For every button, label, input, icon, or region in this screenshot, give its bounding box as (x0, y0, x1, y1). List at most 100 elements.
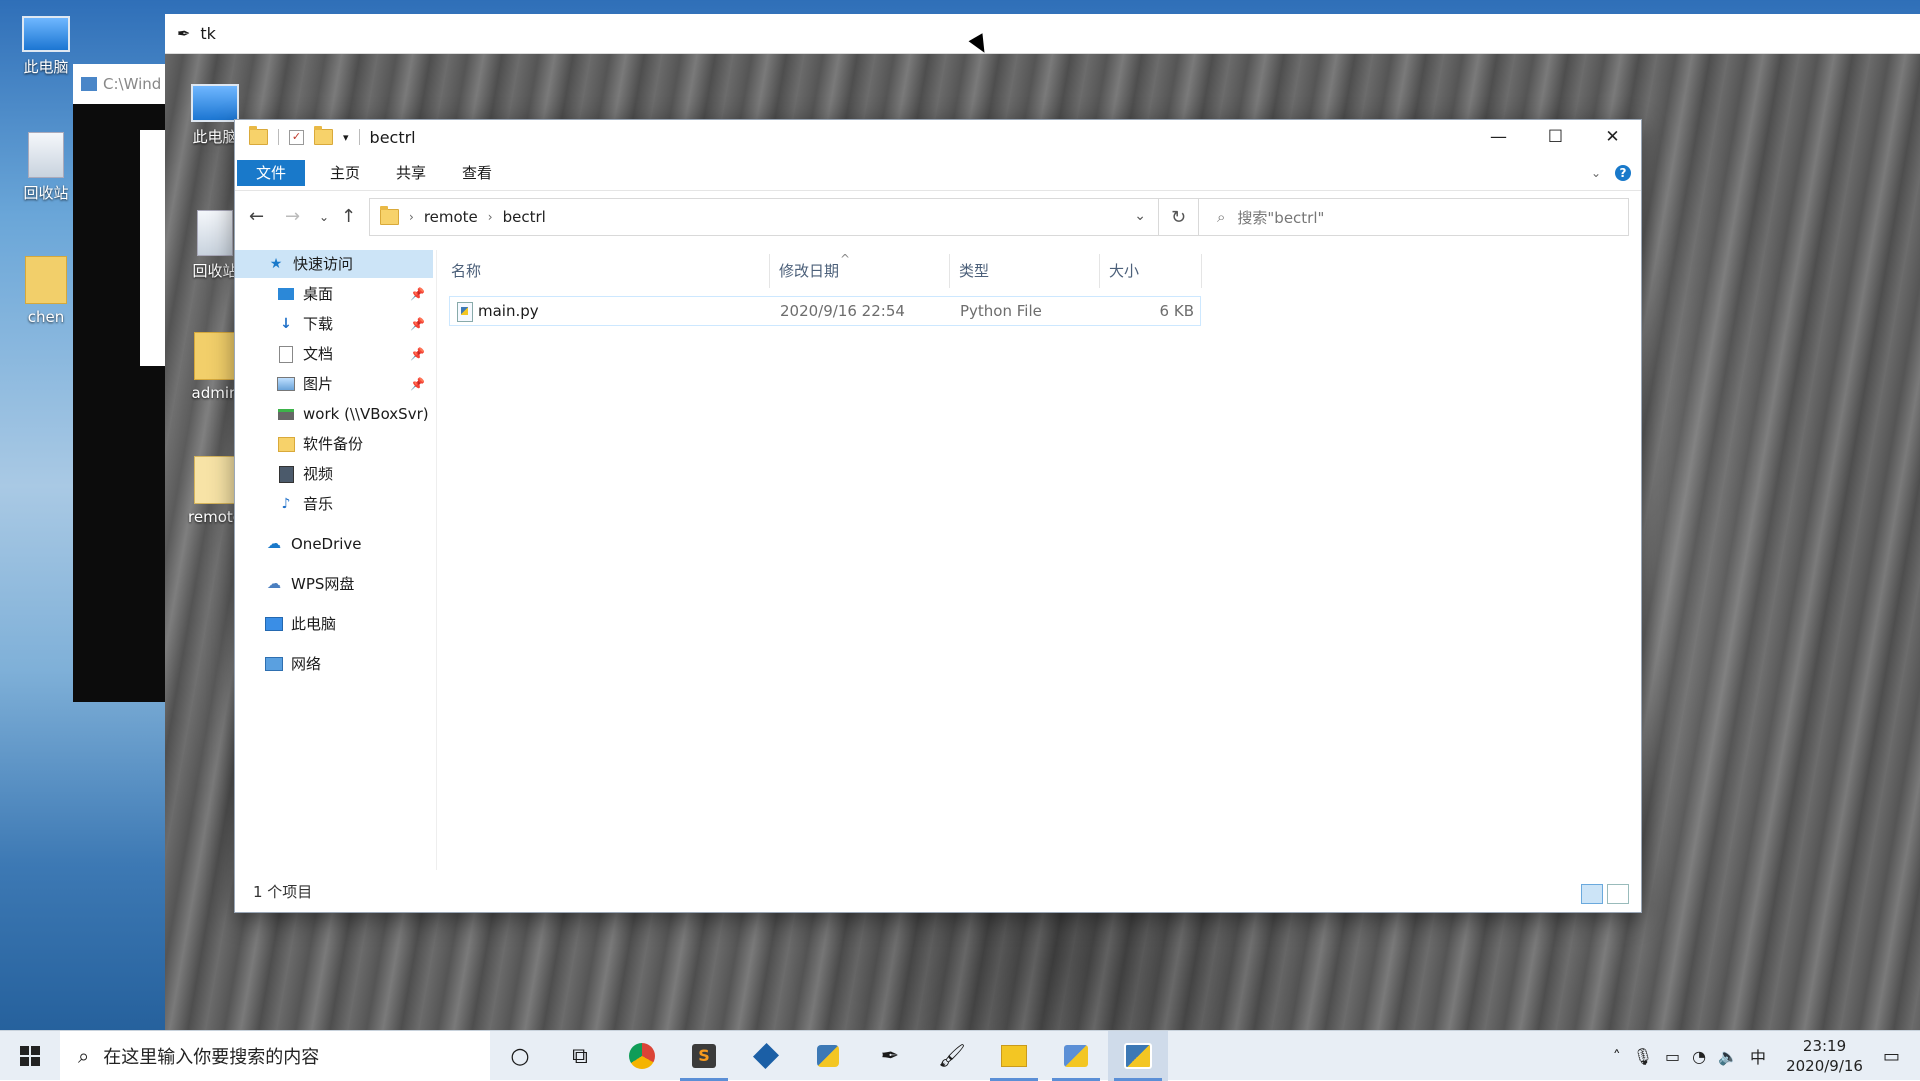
microphone-icon[interactable]: 🎙 (1633, 1047, 1653, 1066)
nav-item-downloads[interactable]: ↓ 下载 📌 (277, 310, 433, 338)
large-icons-view-button[interactable] (1607, 884, 1629, 904)
nav-item-network[interactable]: 网络 (265, 650, 321, 678)
breadcrumb-remote[interactable]: remote (424, 208, 478, 226)
cortana-icon[interactable]: ○ (490, 1031, 550, 1081)
console-titlebar[interactable]: C:\Wind (73, 64, 169, 104)
maximize-button[interactable]: ☐ (1527, 120, 1584, 154)
pin-icon[interactable]: 📌 (410, 340, 425, 368)
address-dropdown-icon[interactable]: ⌄ (1134, 208, 1146, 224)
breadcrumb-bectrl[interactable]: bectrl (503, 208, 546, 226)
notification-center-icon[interactable]: ▭ (1883, 1046, 1900, 1067)
chevron-right-icon[interactable]: › (409, 210, 414, 224)
desktop-icon-label: chen (27, 308, 65, 326)
minimize-button[interactable]: — (1470, 120, 1527, 154)
new-folder-icon[interactable] (314, 126, 333, 145)
ribbon: 文件 主页 共享 查看 ⌄ ? (235, 160, 1641, 191)
column-divider[interactable] (769, 254, 770, 288)
tk-titlebar[interactable]: ✒ tk (165, 14, 1920, 54)
details-view-button[interactable] (1581, 884, 1603, 904)
wifi-icon[interactable]: ◔ (1692, 1047, 1706, 1066)
start-button[interactable] (0, 1031, 60, 1081)
nav-item-videos[interactable]: 视频 (277, 460, 333, 488)
nav-quick-access[interactable]: ★ 快速访问 (235, 250, 433, 278)
file-list: ^ 名称 修改日期 类型 大小 main.py 2020/9/16 22:54 … (449, 250, 1629, 870)
python-launcher-icon[interactable] (1046, 1031, 1106, 1081)
input-method-indicator[interactable]: 中 (1750, 1044, 1766, 1068)
navigation-pane: ★ 快速访问 桌面 📌 ↓ 下载 📌 文档 📌 图片 📌 work (\\VBo… (235, 250, 437, 870)
column-header-type[interactable]: 类型 (959, 260, 989, 281)
forward-button[interactable]: → (285, 206, 300, 227)
properties-icon[interactable]: ✓ (289, 129, 304, 145)
refresh-button[interactable]: ↻ (1159, 198, 1199, 236)
view-switcher (1581, 884, 1629, 904)
column-divider[interactable] (1099, 254, 1100, 288)
nav-label: WPS网盘 (291, 575, 355, 593)
battery-icon[interactable]: ▭ (1665, 1047, 1680, 1066)
file-type: Python File (960, 302, 1042, 320)
column-divider[interactable] (1201, 254, 1202, 288)
nav-item-pictures[interactable]: 图片 📌 (277, 370, 433, 398)
tab-view[interactable]: 查看 (445, 160, 509, 186)
music-icon: ♪ (281, 496, 291, 512)
tk-window[interactable]: ✒ tk 此电脑 回收站 admin remote ✓ ▾ bectrl — ☐… (165, 14, 1920, 1030)
python-tk-icon[interactable] (1108, 1031, 1168, 1081)
document-icon (277, 345, 295, 363)
search-input[interactable]: 搜索"bectrl" (1237, 207, 1324, 228)
folder-icon (249, 126, 268, 145)
file-explorer-window[interactable]: ✓ ▾ bectrl — ☐ ✕ 文件 主页 共享 查看 ⌄ ? ← → ⌄ ↑… (235, 120, 1641, 912)
desktop-icon (277, 286, 295, 302)
feather-icon[interactable]: ✒ (860, 1031, 920, 1081)
show-hidden-icons-icon[interactable]: ˄ (1613, 1047, 1621, 1066)
explorer-titlebar[interactable]: ✓ ▾ bectrl — ☐ ✕ (235, 120, 1641, 154)
qat-dropdown-icon[interactable]: ▾ (343, 131, 349, 144)
back-button[interactable]: ← (249, 206, 264, 227)
column-divider[interactable] (949, 254, 950, 288)
file-row[interactable]: main.py 2020/9/16 22:54 Python File 6 KB (449, 296, 1201, 326)
expand-ribbon-icon[interactable]: ⌄ (1591, 166, 1601, 180)
nav-item-music[interactable]: ♪ 音乐 (277, 490, 333, 518)
tab-home[interactable]: 主页 (313, 160, 377, 186)
tab-file[interactable]: 文件 (237, 160, 305, 186)
nav-item-desktop[interactable]: 桌面 📌 (277, 280, 433, 308)
nav-item-work-share[interactable]: work (\\VBoxSvr) (277, 400, 429, 428)
sublime-icon[interactable]: S (674, 1031, 734, 1081)
nav-item-this-pc[interactable]: 此电脑 (265, 610, 336, 638)
recent-locations-button[interactable]: ⌄ (319, 210, 329, 224)
chrome-icon[interactable] (612, 1031, 672, 1081)
desktop-icon-label: 回收站 (192, 262, 238, 280)
desktop-icon-label: remote (188, 508, 242, 526)
recycle-bin-icon (28, 132, 64, 178)
star-icon: ★ (269, 256, 283, 272)
chevron-right-icon[interactable]: › (488, 210, 493, 224)
windows-logo-icon (20, 1046, 40, 1066)
taskbar-search[interactable]: ⌕ 在这里输入你要搜索的内容 (60, 1031, 490, 1081)
volume-icon[interactable]: 🔈 (1718, 1047, 1738, 1066)
python-icon[interactable] (798, 1031, 858, 1081)
help-icon[interactable]: ? (1615, 165, 1631, 181)
task-view-icon[interactable]: ⧉ (550, 1031, 610, 1081)
desktop-icon-label: 此电脑 (23, 58, 69, 76)
ribbon-right: ⌄ ? (1591, 165, 1631, 181)
nav-item-software-backup[interactable]: 软件备份 (277, 430, 363, 458)
nav-item-wps-drive[interactable]: ☁ WPS网盘 (265, 570, 354, 598)
paint-icon[interactable]: 🖌 (922, 1031, 982, 1081)
pin-icon[interactable]: 📌 (410, 310, 425, 338)
pin-icon[interactable]: 📌 (410, 370, 425, 398)
search-box[interactable]: ⌕ 搜索"bectrl" (1199, 198, 1629, 236)
column-header-name[interactable]: 名称 (451, 260, 481, 281)
up-button[interactable]: ↑ (341, 206, 356, 227)
nav-item-onedrive[interactable]: ☁ OneDrive (265, 530, 362, 558)
taskbar-search-input[interactable]: 在这里输入你要搜索的内容 (103, 1043, 319, 1069)
nav-label: 音乐 (303, 495, 334, 513)
virtualbox-icon[interactable] (736, 1031, 796, 1081)
column-header-size[interactable]: 大小 (1109, 260, 1139, 281)
nav-item-documents[interactable]: 文档 📌 (277, 340, 433, 368)
tab-share[interactable]: 共享 (379, 160, 443, 186)
pin-icon[interactable]: 📌 (410, 280, 425, 308)
address-bar[interactable]: › remote › bectrl ⌄ (369, 198, 1159, 236)
close-button[interactable]: ✕ (1584, 120, 1641, 154)
column-header-modified[interactable]: 修改日期 (779, 260, 839, 281)
file-explorer-icon[interactable] (984, 1031, 1044, 1081)
clock[interactable]: 23:19 2020/9/16 (1786, 1036, 1863, 1076)
picture-icon (277, 376, 295, 392)
